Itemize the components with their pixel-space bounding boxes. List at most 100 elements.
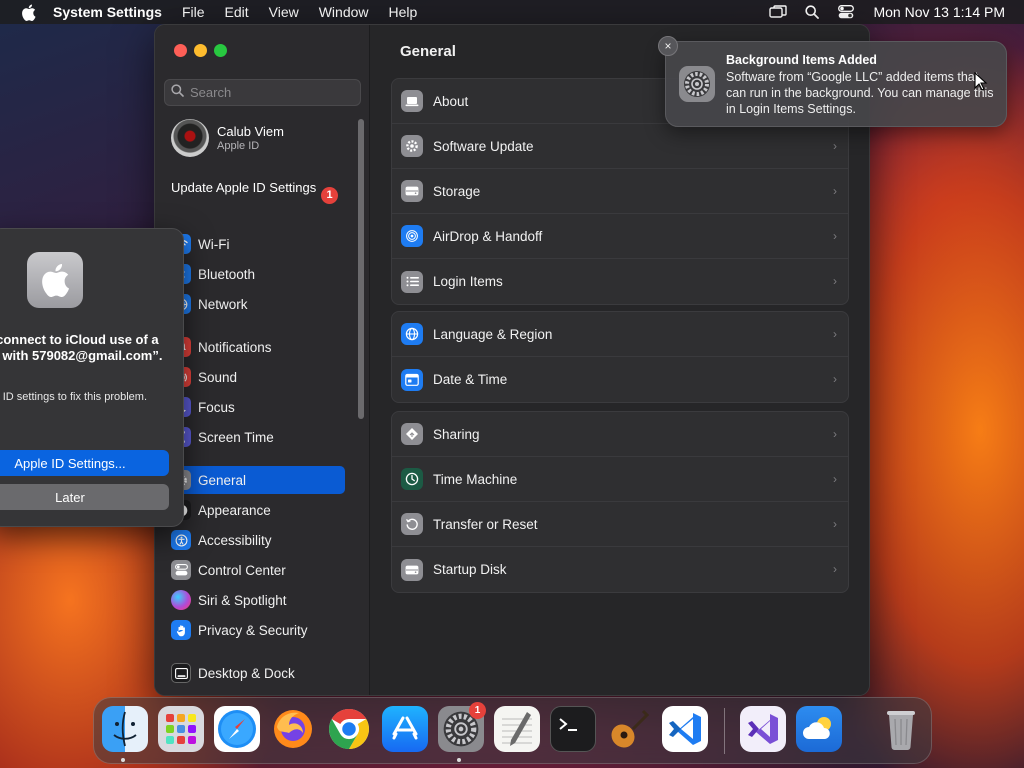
sidebar-item-label: Notifications (198, 339, 272, 355)
firefox-icon[interactable] (270, 706, 316, 752)
sidebar-item-sound[interactable]: Sound (165, 363, 345, 391)
list-icon (401, 270, 423, 293)
globe-icon (401, 323, 423, 345)
guitar-icon[interactable] (606, 706, 652, 752)
sidebar-item-label: Sound (198, 369, 238, 385)
row-label: Time Machine (433, 471, 518, 487)
sidebar: Calub Viem Apple ID Update Apple ID Sett… (155, 25, 370, 695)
row-label: Startup Disk (433, 562, 507, 577)
laptop-icon (401, 90, 423, 112)
menu-edit[interactable]: Edit (225, 4, 249, 20)
accessibility-icon (171, 530, 191, 550)
chevron-right-icon: › (833, 372, 837, 386)
settings-group-3: Sharing › Time Machine › Transfer or Res… (391, 411, 849, 593)
notification-close-button[interactable]: × (658, 36, 678, 56)
trash-icon[interactable] (878, 706, 924, 752)
textedit-icon[interactable] (494, 706, 540, 752)
sidebar-item-siri-spotlight[interactable]: Siri & Spotlight (165, 586, 345, 614)
control-center-icon[interactable] (837, 4, 855, 20)
row-label: Transfer or Reset (433, 516, 538, 532)
settings-running-indicator (457, 758, 461, 762)
search-input[interactable] (190, 85, 350, 100)
hand-icon (171, 620, 191, 640)
sidebar-item-bluetooth[interactable]: Bluetooth (165, 260, 345, 288)
menu-view[interactable]: View (269, 4, 299, 20)
zoom-window-button[interactable] (214, 44, 227, 57)
sidebar-scrollbar[interactable] (358, 119, 364, 419)
search-field[interactable] (164, 79, 361, 106)
sidebar-item-label: Desktop & Dock (198, 665, 295, 681)
launchpad-icon[interactable] (158, 706, 204, 752)
sidebar-item-focus[interactable]: Focus (165, 393, 345, 421)
sidebar-item-screen-time[interactable]: Screen Time (165, 423, 345, 451)
row-label: Sharing (433, 426, 480, 442)
sidebar-item-notifications[interactable]: Notifications (165, 333, 345, 361)
apple-menu-icon[interactable] (19, 3, 37, 21)
sidebar-item-control-center[interactable]: Control Center (165, 556, 345, 584)
settings-app-icon (678, 65, 716, 103)
sidebar-item-label: Siri & Spotlight (198, 592, 287, 608)
menu-file[interactable]: File (182, 4, 205, 20)
update-badge: 1 (321, 187, 338, 204)
terminal-icon[interactable] (550, 706, 596, 752)
sidebar-item-label: Accessibility (198, 532, 272, 548)
row-sharing[interactable]: Sharing › (392, 412, 848, 457)
avatar (171, 119, 209, 157)
reset-icon (401, 513, 423, 535)
row-software-update[interactable]: Software Update › (392, 124, 848, 169)
row-storage[interactable]: Storage › (392, 169, 848, 214)
close-window-button[interactable] (174, 44, 187, 57)
menu-help[interactable]: Help (389, 4, 418, 20)
sidebar-item-appearance[interactable]: Appearance (165, 496, 345, 524)
later-button[interactable]: Later (0, 484, 169, 510)
minimize-window-button[interactable] (194, 44, 207, 57)
safari-icon[interactable] (214, 706, 260, 752)
vscode-icon[interactable] (662, 706, 708, 752)
sidebar-item-accessibility[interactable]: Accessibility (165, 526, 345, 554)
sidebar-item-desktop-dock[interactable]: Desktop & Dock (165, 659, 345, 687)
row-airdrop-handoff[interactable]: AirDrop & Handoff › (392, 214, 848, 259)
time-machine-icon (401, 468, 423, 490)
account-name: Calub Viem (217, 124, 284, 139)
weather-icon[interactable] (796, 706, 842, 752)
settings-group-2: Language & Region › Date & Time › (391, 311, 849, 403)
screen-mirroring-icon[interactable] (769, 4, 788, 20)
visual-studio-icon[interactable] (740, 706, 786, 752)
row-startup-disk[interactable]: Startup Disk › (392, 547, 848, 592)
dock-separator (724, 708, 725, 754)
row-label: AirDrop & Handoff (433, 228, 543, 244)
row-login-items[interactable]: Login Items › (392, 259, 848, 304)
sidebar-item-privacy-security[interactable]: Privacy & Security (165, 616, 345, 644)
row-transfer-reset[interactable]: Transfer or Reset › (392, 502, 848, 547)
finder-icon[interactable] (102, 706, 148, 752)
sharing-icon (401, 423, 423, 445)
sidebar-item-general[interactable]: General (165, 466, 345, 494)
sidebar-item-label: Control Center (198, 562, 286, 578)
calendar-icon (401, 368, 423, 391)
row-label: About (433, 93, 469, 109)
apple-id-settings-button[interactable]: Apple ID Settings... (0, 450, 169, 476)
alert-message: n Apple ID settings to fix this problem. (0, 391, 148, 403)
menu-window[interactable]: Window (319, 4, 369, 20)
sidebar-item-label: Appearance (198, 502, 271, 518)
apple-logo-icon (27, 252, 83, 308)
sidebar-item-label: Focus (198, 399, 235, 415)
chevron-right-icon: › (833, 184, 837, 198)
chrome-icon[interactable] (326, 706, 372, 752)
apple-id-account[interactable]: Calub Viem Apple ID (171, 119, 284, 157)
row-time-machine[interactable]: Time Machine › (392, 457, 848, 502)
background-items-notification[interactable]: Background Items Added Software from “Go… (665, 41, 1007, 127)
disk-icon (401, 558, 423, 581)
menu-clock[interactable]: Mon Nov 13 1:14 PM (873, 4, 1005, 20)
chevron-right-icon: › (833, 327, 837, 341)
sidebar-item-wifi[interactable]: Wi-Fi (165, 230, 345, 258)
row-date-time[interactable]: Date & Time › (392, 357, 848, 402)
chevron-right-icon: › (833, 274, 837, 288)
sidebar-item-network[interactable]: Network (165, 290, 345, 318)
menu-app-name[interactable]: System Settings (53, 4, 162, 20)
row-language-region[interactable]: Language & Region › (392, 312, 848, 357)
app-store-icon[interactable] (382, 706, 428, 752)
icloud-alert-dialog: c can’t connect to iCloud use of a probl… (0, 228, 184, 527)
spotlight-search-icon[interactable] (803, 4, 821, 20)
finder-running-indicator (121, 758, 125, 762)
